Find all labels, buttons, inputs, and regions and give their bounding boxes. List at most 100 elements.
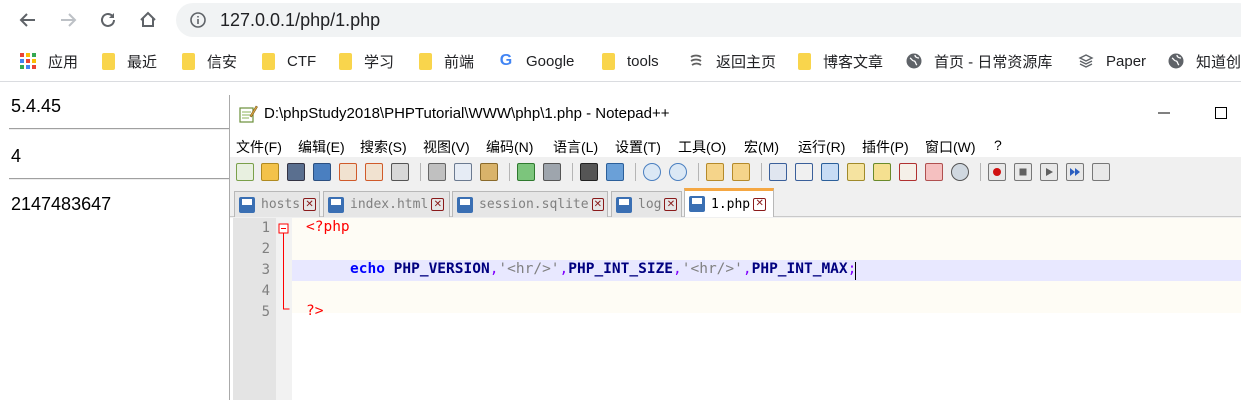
horizontal-rule [9,178,231,180]
bookmark-folder-blog[interactable]: 博客文章 [798,50,883,72]
php-open-tag: <?php [306,219,350,235]
minimize-icon[interactable] [1154,103,1174,123]
close-file-icon[interactable] [339,163,357,181]
fold-margin[interactable] [276,218,292,400]
indent-guide-icon[interactable] [821,163,839,181]
user-language-icon[interactable] [847,163,865,181]
url-text[interactable]: 127.0.0.1/php/1.php [220,10,380,31]
paste-icon[interactable] [480,163,498,181]
window-title-bar[interactable]: D:\phpStudy2018\PHPTutorial\WWW\php\1.ph… [230,95,1241,133]
tab-log[interactable]: log ✕ [611,191,682,217]
sync-horizontal-icon[interactable] [732,163,750,181]
replace-icon[interactable] [606,163,624,181]
forward-button[interactable] [56,8,80,32]
show-all-chars-icon[interactable] [795,163,813,181]
find-icon[interactable] [580,163,598,181]
menu-encoding[interactable]: 编码(N) [486,137,533,157]
site-favicon-icon [690,54,702,66]
tab-index-html[interactable]: index.html ✕ [323,191,450,217]
code-editor[interactable]: 1 2 3 4 5 <?php echo PHP_VERSION,'<hr/>'… [230,218,1241,400]
menu-help[interactable]: ? [994,137,1002,153]
tab-session-sqlite[interactable]: session.sqlite ✕ [452,191,608,217]
function-list-icon[interactable] [899,163,917,181]
close-tab-icon[interactable]: ✕ [303,198,316,211]
folder-icon [602,52,615,70]
tab-hosts[interactable]: hosts ✕ [234,191,320,217]
redo-icon[interactable] [543,163,561,181]
document-map-icon[interactable] [873,163,891,181]
copy-icon[interactable] [454,163,472,181]
undo-icon[interactable] [517,163,535,181]
close-tab-icon[interactable]: ✕ [664,198,678,211]
menu-bar: 文件(F) 编辑(E) 搜索(S) 视图(V) 编码(N) 语言(L) 设置(T… [230,133,1241,157]
bookmark-paper[interactable]: Paper [1078,50,1146,72]
menu-macro[interactable]: 宏(M) [744,137,779,157]
zoom-out-icon[interactable] [669,163,687,181]
php-version-output: 5.4.45 [11,96,62,116]
bookmark-google[interactable]: G Google [498,50,575,72]
layers-icon [1078,54,1094,68]
menu-language[interactable]: 语言(L) [553,137,598,157]
bookmark-label: CTF [287,52,317,70]
bookmark-zhidao[interactable]: 知道创 [1168,50,1241,72]
tab-label: log [638,197,662,212]
close-tab-icon[interactable]: ✕ [591,198,604,211]
comma: , [673,261,682,277]
home-button[interactable] [136,8,160,32]
bookmark-label: 首页 - 日常资源库 [934,53,1053,71]
back-button[interactable] [16,8,40,32]
bookmark-home-page[interactable]: 返回主页 [688,50,776,72]
save-all-icon[interactable] [313,163,331,181]
close-tab-icon[interactable]: ✕ [753,197,767,211]
notepad-plus-plus-window: D:\phpStudy2018\PHPTutorial\WWW\php\1.ph… [229,95,1241,400]
bookmark-folder-tools[interactable]: tools [602,50,659,72]
save-macro-icon[interactable] [1092,163,1110,181]
bookmark-resource-library[interactable]: 首页 - 日常资源库 [906,50,1052,72]
word-wrap-icon[interactable] [769,163,787,181]
print-icon[interactable] [391,163,409,181]
stop-macro-icon[interactable] [1014,163,1032,181]
notepad-app-icon [239,105,258,123]
php-int-max-constant: PHP_INT_MAX [751,261,848,277]
open-file-icon[interactable] [261,163,279,181]
bookmark-folder-frontend[interactable]: 前端 [419,50,474,72]
editor-toolbar [230,157,1241,187]
bookmark-folder-security[interactable]: 信安 [182,50,237,72]
sync-vertical-icon[interactable] [706,163,724,181]
bookmark-folder-study[interactable]: 学习 [339,50,394,72]
close-tab-icon[interactable]: ✕ [431,198,445,211]
tab-1-php[interactable]: 1.php ✕ [684,188,774,217]
bookmark-folder-ctf[interactable]: CTF [262,50,316,72]
info-icon[interactable] [190,12,206,28]
close-all-icon[interactable] [365,163,383,181]
toolbar-separator [698,163,699,181]
menu-edit[interactable]: 编辑(E) [298,137,345,157]
record-macro-icon[interactable] [988,163,1006,181]
google-icon: G [499,52,513,69]
folder-as-workspace-icon[interactable] [925,163,943,181]
bookmark-label: 前端 [444,53,475,71]
bookmark-label: 博客文章 [823,53,884,71]
cut-icon[interactable] [428,163,446,181]
menu-window[interactable]: 窗口(W) [925,137,976,157]
menu-view[interactable]: 视图(V) [423,137,470,157]
menu-plugins[interactable]: 插件(P) [862,137,909,157]
monitoring-icon[interactable] [951,163,969,181]
zoom-in-icon[interactable] [643,163,661,181]
bookmark-folder-recent[interactable]: 最近 [102,50,157,72]
menu-run[interactable]: 运行(R) [798,137,845,157]
play-macro-icon[interactable] [1040,163,1058,181]
menu-file[interactable]: 文件(F) [236,137,282,157]
menu-tools[interactable]: 工具(O) [678,137,726,157]
reload-button[interactable] [96,8,120,32]
file-icon [239,196,255,213]
run-macro-multiple-icon[interactable] [1066,163,1084,181]
horizontal-rule [9,128,231,130]
address-bar[interactable]: 127.0.0.1/php/1.php [176,3,1241,37]
bookmark-apps[interactable]: 应用 [20,50,78,72]
new-file-icon[interactable] [236,163,254,181]
menu-settings[interactable]: 设置(T) [615,137,661,157]
maximize-icon[interactable] [1215,107,1227,119]
save-icon[interactable] [287,163,305,181]
menu-search[interactable]: 搜索(S) [360,137,407,157]
